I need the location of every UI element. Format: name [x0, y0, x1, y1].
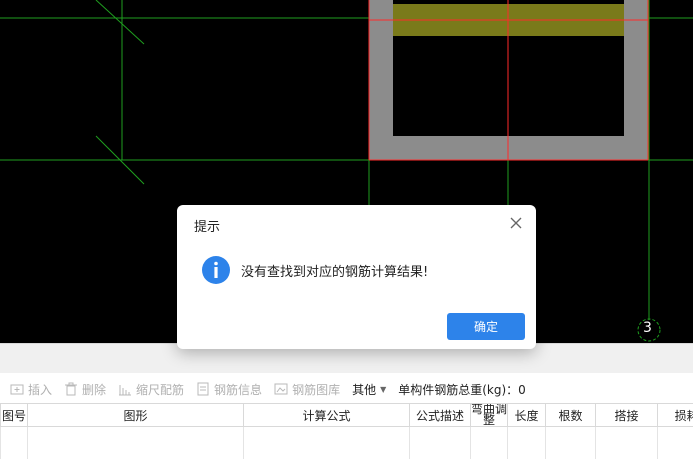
table-row[interactable]	[0, 426, 693, 459]
col-header-shape[interactable]: 图形	[27, 403, 244, 427]
rebar-info-button[interactable]: 钢筋信息	[196, 381, 262, 398]
other-label: 其他	[352, 382, 377, 397]
alert-dialog: 提示 没有查找到对应的钢筋计算结果! 确定	[177, 205, 536, 349]
delete-label: 删除	[82, 382, 107, 397]
rebar-library-button[interactable]: 钢筋图库	[274, 381, 340, 398]
col-header-loss[interactable]: 损耗(	[657, 403, 693, 427]
axis-marker-label: 3	[643, 320, 652, 336]
other-menu-button[interactable]: 其他 ▼	[352, 381, 386, 398]
col-header-length[interactable]: 长度	[507, 403, 546, 427]
col-header-figure-no[interactable]: 图号	[0, 403, 28, 427]
close-icon[interactable]	[508, 215, 524, 231]
col-header-formula[interactable]: 计算公式	[243, 403, 410, 427]
grid-diagonal-1	[95, 0, 145, 45]
scale-rebar-button[interactable]: 缩尺配筋	[118, 381, 184, 398]
total-weight-readout: 单构件钢筋总重(kg)：0	[398, 382, 526, 397]
insert-button[interactable]: 插入	[10, 381, 52, 398]
delete-button[interactable]: 删除	[64, 381, 106, 398]
rebar-library-label: 钢筋图库	[292, 382, 341, 397]
col-header-bend-adjust[interactable]: 弯曲调整	[470, 403, 508, 427]
table-header-row: 图号 图形 计算公式 公式描述 弯曲调整 长度 根数 搭接 损耗(	[0, 403, 693, 427]
scale-rebar-label: 缩尺配筋	[136, 382, 185, 397]
rebar-info-label: 钢筋信息	[214, 382, 263, 397]
scale-bars-icon	[118, 382, 132, 396]
caret-down-icon: ▼	[380, 384, 387, 394]
rebar-toolbar: 插入 删除 缩尺配筋 钢筋信息 钢筋图库 其他 ▼ 单构件钢筋总重(kg)：0	[0, 375, 693, 403]
dialog-message: 没有查找到对应的钢筋计算结果!	[241, 265, 429, 280]
document-icon	[196, 382, 210, 396]
col-header-count[interactable]: 根数	[545, 403, 596, 427]
ok-button[interactable]: 确定	[447, 313, 525, 340]
dialog-title: 提示	[194, 220, 221, 235]
info-icon	[201, 255, 231, 285]
insert-label: 插入	[28, 382, 53, 397]
rebar-table: 图号 图形 计算公式 公式描述 弯曲调整 长度 根数 搭接 损耗(	[0, 403, 693, 459]
col-header-lap[interactable]: 搭接	[595, 403, 658, 427]
image-library-icon	[274, 382, 288, 396]
col-header-formula-desc[interactable]: 公式描述	[409, 403, 471, 427]
trash-icon	[64, 382, 78, 396]
insert-icon	[10, 382, 24, 396]
